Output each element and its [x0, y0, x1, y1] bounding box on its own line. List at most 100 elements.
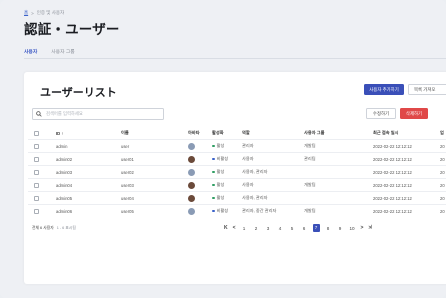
row-extra: 20: [440, 208, 445, 214]
row-group: 개발팀: [304, 182, 316, 187]
row-last-login: 2022-02-22 12:12:12: [373, 143, 412, 149]
avatar: [188, 153, 195, 165]
showing-range: 1 - 6 표시됨: [56, 226, 76, 230]
row-name: user01: [121, 156, 134, 162]
page-4[interactable]: 4: [277, 226, 284, 231]
header-active: 활성화: [212, 130, 224, 135]
delete-button[interactable]: 삭제하기: [400, 108, 428, 119]
row-last-login: 2022-02-22 12:12:12: [373, 208, 412, 214]
status-badge: 비활성: [212, 205, 228, 217]
page-9[interactable]: 9: [337, 226, 344, 231]
edit-button[interactable]: 수정하기: [366, 108, 396, 119]
header-last-login: 최근 접속 일시: [373, 130, 399, 135]
row-name: user: [121, 143, 130, 149]
status-badge: 활성: [212, 140, 224, 152]
last-page-button[interactable]: ≯: [368, 225, 371, 231]
row-checkbox[interactable]: [34, 205, 39, 217]
breadcrumb-separator: >: [31, 10, 34, 16]
row-last-login: 2022-02-22 12:12:12: [373, 195, 412, 201]
search-placeholder: 검색어를 입력하세요: [46, 111, 83, 116]
page-6[interactable]: 6: [301, 226, 308, 231]
row-id: admin05: [56, 195, 73, 201]
row-last-login: 2022-02-22 12:12:12: [373, 156, 412, 162]
breadcrumb-home-link[interactable]: 홈: [24, 10, 28, 16]
page-1[interactable]: 1: [241, 226, 248, 231]
table-row[interactable]: admin05 user04 활성 사용자, 관리자 2022-02-22 12…: [28, 191, 446, 204]
row-extra: 20: [440, 143, 445, 149]
table-row[interactable]: admin user 활성 관리자 개발팀 2022-02-22 12:12:1…: [28, 139, 446, 152]
app-window: 홈 > 인증 및 사용자 認証・ユーザー 사용자 사용자 그룹 ユーザーリスト …: [0, 0, 446, 298]
row-checkbox[interactable]: [34, 140, 39, 152]
row-name: user04: [121, 195, 134, 201]
row-role: 사용자: [242, 156, 254, 161]
row-name: user02: [121, 169, 134, 175]
row-count: 전체 6 사용자 1 - 6 표시됨: [32, 226, 76, 231]
row-checkbox[interactable]: [34, 192, 39, 204]
header-extra: 업: [440, 130, 444, 135]
row-checkbox[interactable]: [34, 179, 39, 191]
page-8[interactable]: 8: [325, 226, 332, 231]
breadcrumb: 홈 > 인증 및 사용자: [24, 10, 64, 16]
header-role: 역할: [242, 130, 250, 135]
row-id: admin03: [56, 169, 73, 175]
select-all-checkbox[interactable]: [34, 128, 39, 138]
table-row[interactable]: admin06 user05 비활성 관리자, 중간 관리자 개발팀 2022-…: [28, 204, 446, 217]
first-page-button[interactable]: K: [224, 225, 228, 231]
row-role: 관리자, 중간 관리자: [242, 208, 277, 213]
row-last-login: 2022-02-22 12:12:12: [373, 169, 412, 175]
row-checkbox[interactable]: [34, 166, 39, 178]
row-extra: 20: [440, 156, 445, 162]
pagination: K < 1 2 3 4 5 6 7 8 9 10 > ≯: [224, 223, 371, 233]
row-group: 개발팀: [304, 208, 316, 213]
card-title: ユーザーリスト: [40, 87, 117, 99]
prev-page-button[interactable]: <: [233, 225, 236, 231]
page-title: 認証・ユーザー: [24, 22, 120, 37]
avatar: [188, 140, 195, 152]
row-id: admin02: [56, 156, 73, 162]
status-badge: 활성: [212, 166, 224, 178]
page-5[interactable]: 5: [289, 226, 296, 231]
status-badge: 활성: [212, 192, 224, 204]
row-group: 관리팀: [304, 156, 316, 161]
header-avatar: 아바타: [188, 130, 200, 135]
avatar: [188, 205, 195, 217]
avatar: [188, 166, 195, 178]
row-checkbox[interactable]: [34, 153, 39, 165]
status-badge: 비활성: [212, 153, 228, 165]
header-id[interactable]: ID ↑: [56, 128, 63, 138]
tabs-divider: [24, 58, 446, 59]
row-last-login: 2022-02-22 12:12:12: [373, 182, 412, 188]
table-row[interactable]: admin04 user03 활성 사용자 개발팀 2022-02-22 12:…: [28, 178, 446, 191]
row-extra: 20: [440, 195, 445, 201]
row-name: user05: [121, 208, 134, 214]
table-row[interactable]: admin02 user01 비활성 사용자 관리팀 2022-02-22 12…: [28, 152, 446, 165]
status-badge: 활성: [212, 179, 224, 191]
row-group: 개발팀: [304, 143, 316, 148]
page-7[interactable]: 7: [312, 224, 320, 232]
total-users: 전체 6 사용자: [32, 226, 54, 230]
row-extra: 20: [440, 182, 445, 188]
page-2[interactable]: 2: [253, 226, 260, 231]
row-role: 관리자: [242, 143, 254, 148]
user-list-card: ユーザーリスト 사용자 추가하기 목록 가져오 검색어를 입력하세요 수정하기 …: [24, 72, 446, 284]
breadcrumb-current: 인증 및 사용자: [36, 10, 65, 15]
row-role: 사용자, 관리자: [242, 169, 268, 174]
next-page-button[interactable]: >: [361, 225, 364, 231]
page-3[interactable]: 3: [265, 226, 272, 231]
add-user-button[interactable]: 사용자 추가하기: [364, 84, 404, 95]
import-list-button[interactable]: 목록 가져오: [408, 84, 446, 95]
row-id: admin: [56, 143, 68, 149]
page-10[interactable]: 10: [349, 226, 356, 231]
row-id: admin04: [56, 182, 73, 188]
table-row[interactable]: admin03 user02 활성 사용자, 관리자 2022-02-22 12…: [28, 165, 446, 178]
header-name: 이름: [121, 130, 129, 135]
avatar: [188, 179, 195, 191]
row-id: admin06: [56, 208, 73, 214]
avatar: [188, 192, 195, 204]
row-extra: 20: [440, 169, 445, 175]
row-role: 사용자, 관리자: [242, 195, 268, 200]
header-group: 사용자 그룹: [304, 130, 325, 135]
row-role: 사용자: [242, 182, 254, 187]
search-input[interactable]: 검색어를 입력하세요: [32, 108, 164, 120]
table-header: ID ↑ 이름 아바타 활성화 역할 사용자 그룹 최근 접속 일시 업: [28, 128, 446, 138]
